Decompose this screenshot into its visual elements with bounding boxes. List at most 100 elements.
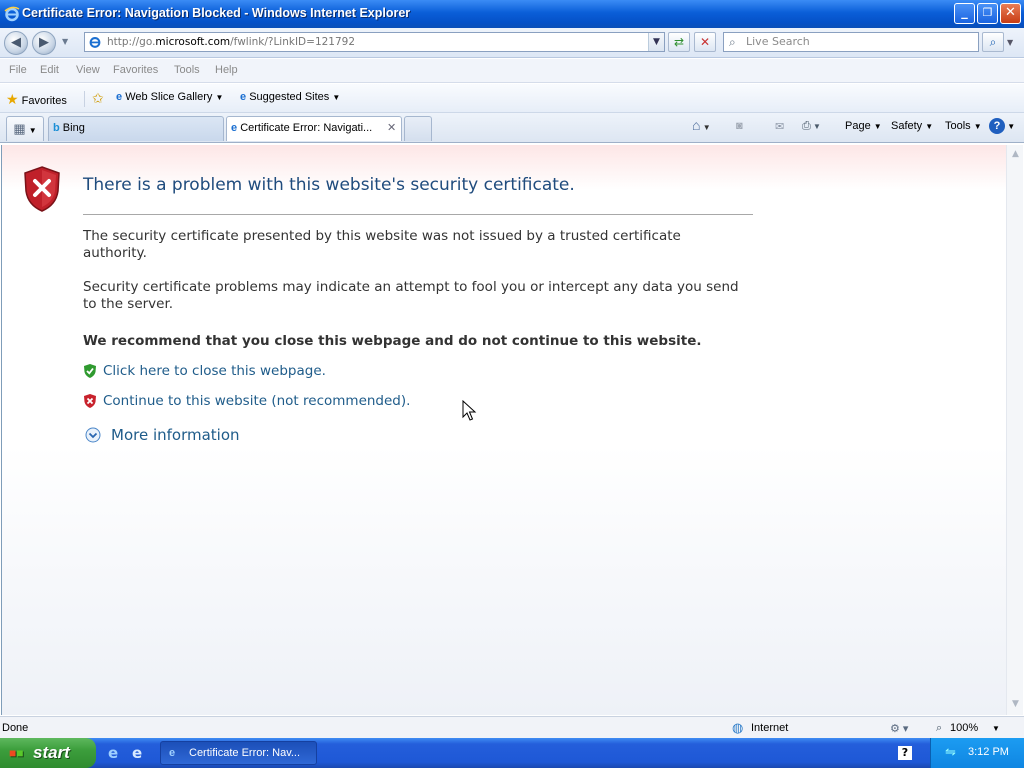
menu-file[interactable]: File: [9, 64, 27, 76]
address-dropdown-button[interactable]: ▼: [648, 33, 664, 51]
title-bar: Certificate Error: Navigation Blocked - …: [0, 0, 1024, 28]
suggested-sites-link[interactable]: e Suggested Sites ▼: [240, 91, 340, 103]
address-field[interactable]: http://go.microsoft.com/fwlink/?LinkID=1…: [84, 32, 665, 52]
menu-favorites[interactable]: Favorites: [113, 64, 158, 76]
favorites-bar: ★ Favorites ✩ e Web Slice Gallery ▼ e Su…: [0, 84, 1024, 113]
windows-logo-icon: ■■: [9, 746, 24, 760]
menu-tools[interactable]: Tools: [174, 64, 200, 76]
address-toolbar: ◀ ▶ ▼ http://go.microsoft.com/fwlink/?Li…: [0, 28, 1024, 58]
chevron-down-icon: ▼: [332, 93, 341, 102]
refresh-button[interactable]: ⇄: [668, 32, 690, 52]
mail-icon: ✉: [775, 121, 785, 133]
scroll-up-icon[interactable]: ▲: [1008, 147, 1023, 162]
zoom-dropdown-icon[interactable]: ▼: [992, 724, 1000, 733]
new-tab-button[interactable]: [404, 116, 432, 141]
ie-logo-icon: e: [169, 747, 176, 759]
search-button[interactable]: ⌕: [982, 32, 1004, 52]
back-button[interactable]: ◀: [4, 31, 28, 55]
expand-chevron-icon[interactable]: [85, 427, 101, 443]
forward-button[interactable]: ▶: [32, 31, 56, 55]
recommendation-text: We recommend that you close this webpage…: [83, 333, 702, 349]
restore-button[interactable]: ❐: [977, 3, 998, 24]
search-icon: ⌕: [729, 35, 736, 49]
url-prefix: http://go.: [107, 36, 156, 48]
zoom-level[interactable]: 100%: [950, 722, 978, 734]
rss-icon: ◙: [736, 120, 743, 132]
taskbar-ie-window-button[interactable]: e Certificate Error: Nav...: [160, 741, 317, 765]
menu-view[interactable]: View: [76, 64, 100, 76]
page-menu-button[interactable]: Page ▼: [845, 120, 882, 132]
quick-tabs-icon: ▦: [13, 121, 26, 136]
menu-edit[interactable]: Edit: [40, 64, 59, 76]
page-menu-label: Page: [845, 120, 871, 132]
ie-quicklaunch-icon[interactable]: e: [108, 744, 118, 762]
certificate-warning-text: Security certificate problems may indica…: [83, 279, 739, 312]
quick-tabs-button[interactable]: ▦ ▼: [6, 116, 44, 141]
url-text: http://go.microsoft.com/fwlink/?LinkID=1…: [107, 33, 355, 51]
show-desktop-icon[interactable]: e: [132, 744, 142, 762]
web-slice-gallery-link[interactable]: e Web Slice Gallery ▼: [116, 91, 223, 103]
clock: 3:12 PM: [968, 746, 1009, 758]
search-options-dropdown-icon[interactable]: ▼: [1007, 38, 1013, 47]
tools-menu-button[interactable]: Tools ▼: [945, 120, 982, 132]
globe-icon: ◍: [732, 720, 744, 735]
continue-to-website-link[interactable]: Continue to this website (not recommende…: [103, 393, 410, 409]
chevron-down-icon: ▼: [973, 122, 982, 131]
tab-certificate-error[interactable]: e Certificate Error: Navigati... ✕: [226, 116, 402, 141]
back-arrow-icon: ◀: [11, 35, 21, 50]
help-button[interactable]: ? ▼: [989, 118, 1015, 134]
print-button[interactable]: ⎙ ▼: [802, 120, 821, 133]
read-mail-button[interactable]: ✉: [775, 120, 784, 133]
page-title: There is a problem with this website's s…: [83, 175, 575, 195]
start-label: start: [33, 743, 70, 762]
protected-mode-icon[interactable]: ⚙ ▾: [890, 722, 908, 735]
security-zone-text: Internet: [751, 722, 789, 734]
search-input[interactable]: ⌕ Live Search: [723, 32, 979, 52]
home-button[interactable]: ⌂ ▼: [692, 117, 711, 133]
url-domain: microsoft.com: [155, 36, 231, 48]
close-tab-icon[interactable]: ✕: [387, 117, 396, 140]
ie-page-icon: e: [240, 91, 247, 103]
safety-menu-button[interactable]: Safety ▼: [891, 120, 933, 132]
status-bar: Done ◍ Internet ⚙ ▾ ⌕ 100% ▼: [0, 716, 1024, 738]
scroll-down-icon[interactable]: ▼: [1008, 697, 1023, 712]
chevron-down-icon: ▼: [28, 126, 37, 135]
feeds-button[interactable]: ◙: [736, 120, 743, 132]
minimize-button[interactable]: _: [954, 3, 975, 24]
menu-help[interactable]: Help: [215, 64, 238, 76]
ie-page-icon: e: [116, 91, 123, 103]
system-tray: ⇋ 3:12 PM: [930, 738, 1024, 768]
favbar-separator: [84, 91, 85, 107]
window-title: Certificate Error: Navigation Blocked - …: [22, 6, 411, 20]
more-information-toggle[interactable]: More information: [111, 426, 240, 444]
close-webpage-link[interactable]: Click here to close this webpage.: [103, 363, 326, 379]
tab-bing[interactable]: b Bing: [48, 116, 224, 141]
tools-menu-label: Tools: [945, 120, 971, 132]
chevron-down-icon: ▼: [1005, 122, 1016, 131]
start-button[interactable]: ■■ start: [0, 738, 96, 768]
page-content: There is a problem with this website's s…: [1, 145, 1006, 715]
mouse-cursor-icon: [462, 400, 477, 421]
recent-pages-dropdown-icon[interactable]: ▼: [62, 37, 68, 46]
chevron-down-icon: ▼: [215, 93, 224, 102]
green-shield-icon: [84, 364, 96, 378]
chevron-down-icon: ▼: [700, 123, 711, 132]
stop-icon: ✕: [699, 35, 711, 49]
stop-button[interactable]: ✕: [694, 32, 716, 52]
favorites-label: Favorites: [21, 95, 67, 107]
certificate-issue-text: The security certificate presented by th…: [83, 228, 681, 261]
web-slice-label: Web Slice Gallery: [125, 91, 213, 103]
chevron-down-icon: ▼: [873, 122, 882, 131]
add-to-favorites-icon[interactable]: ✩: [92, 90, 104, 107]
ie-page-icon: e: [231, 122, 238, 134]
vertical-scrollbar[interactable]: ▲ ▼: [1006, 145, 1023, 715]
magnifier-icon: ⌕: [989, 35, 997, 49]
favorites-button[interactable]: ★ Favorites: [6, 91, 67, 108]
tab-bing-label: Bing: [62, 122, 85, 134]
network-icon[interactable]: ⇋: [945, 744, 956, 760]
taskbar: ■■ start e e e Certificate Error: Nav...…: [0, 738, 1024, 768]
close-window-button[interactable]: ✕: [1000, 3, 1021, 24]
help-tray-icon[interactable]: ?: [898, 746, 912, 760]
zoom-icon: ⌕: [936, 722, 943, 734]
menu-bar: File Edit View Favorites Tools Help: [0, 59, 1024, 83]
